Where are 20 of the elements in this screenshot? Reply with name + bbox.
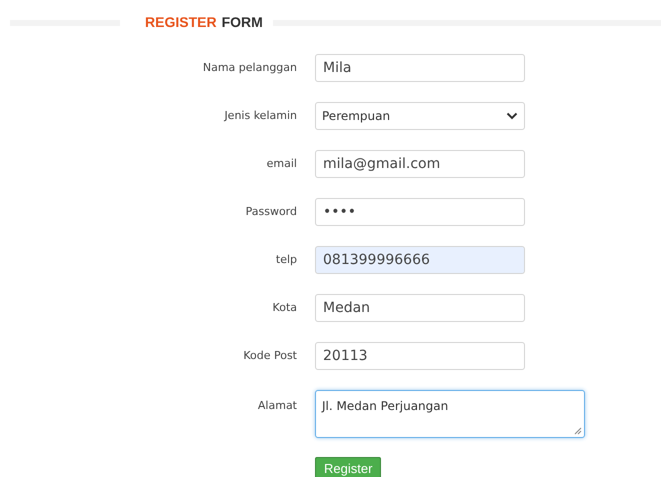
resize-handle-icon bbox=[574, 427, 582, 435]
field-label: Kode Post bbox=[242, 348, 297, 364]
input-field[interactable]: mila@gmail.com bbox=[315, 150, 525, 178]
address-textarea[interactable]: Jl. Medan Perjuangan bbox=[315, 390, 585, 438]
field-label: Kota bbox=[272, 300, 297, 316]
field-label: telp bbox=[274, 252, 297, 268]
password-field[interactable]: •••• bbox=[315, 198, 525, 226]
field-label: Alamat bbox=[256, 398, 297, 414]
input-field[interactable]: Medan bbox=[315, 294, 525, 322]
gender-select[interactable]: Perempuan bbox=[315, 102, 525, 130]
field-label: Password bbox=[244, 204, 297, 220]
input-field[interactable]: 081399996666 bbox=[315, 246, 525, 274]
field-label: email bbox=[266, 156, 297, 172]
chevron-down-icon bbox=[506, 112, 518, 120]
field-label: Nama pelanggan bbox=[202, 60, 297, 76]
heading-text: FORM bbox=[222, 13, 263, 32]
input-field[interactable]: 20113 bbox=[315, 342, 525, 370]
input-field[interactable]: Mila bbox=[315, 54, 525, 82]
field-label: Jenis kelamin bbox=[223, 108, 297, 124]
heading-accent: REGISTER bbox=[145, 13, 217, 32]
